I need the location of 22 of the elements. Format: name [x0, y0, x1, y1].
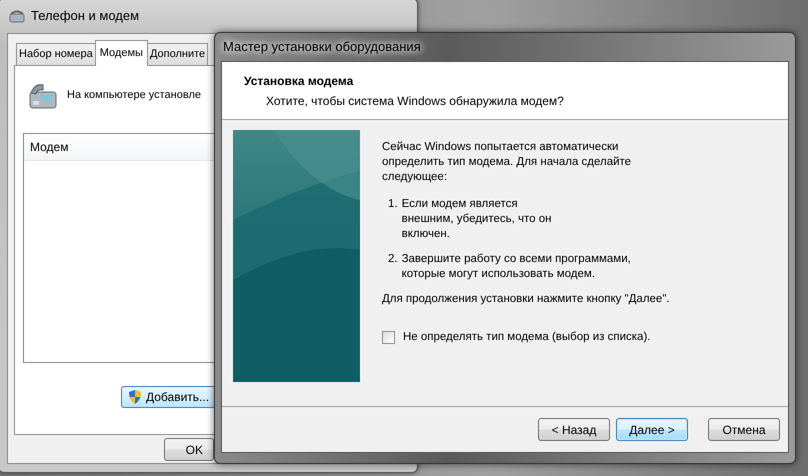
- checkbox-label: Не определять тип модема (выбор из списка).: [403, 330, 650, 345]
- page-subheading: Хотите, чтобы система Windows обнаружила модем?: [265, 93, 565, 110]
- window-title: Телефон и модем: [31, 7, 140, 26]
- tab[interactable]: Модемы: [94, 40, 148, 66]
- tab[interactable]: Дополните: [146, 43, 208, 64]
- cancel-button[interactable]: Отмена: [708, 418, 780, 441]
- shield-icon: [128, 388, 142, 404]
- continue-note: Для продолжения установки нажмите кнопку "Далее".: [382, 292, 671, 307]
- page-heading: Установка модема: [244, 73, 354, 90]
- ok-button[interactable]: OK: [164, 438, 214, 461]
- step-text: Если модем является внешним, убедитесь, что он включен.: [400, 197, 552, 242]
- dialog-title: Мастер установки оборудования: [222, 38, 422, 56]
- checkbox[interactable]: [382, 331, 395, 344]
- back-button[interactable]: < Назад: [538, 418, 610, 441]
- add-button[interactable]: Добавить...: [121, 386, 216, 408]
- step-text: Завершите работу со всеми программами, которые могут использовать модем.: [400, 252, 632, 282]
- next-button[interactable]: Далее >: [616, 418, 688, 441]
- tab[interactable]: Набор номера: [16, 43, 96, 64]
- step-number: 1.: [388, 197, 398, 212]
- step-number: 2.: [388, 252, 398, 267]
- phone-icon: [9, 9, 25, 23]
- intro-text: На компьютере установле: [67, 88, 201, 104]
